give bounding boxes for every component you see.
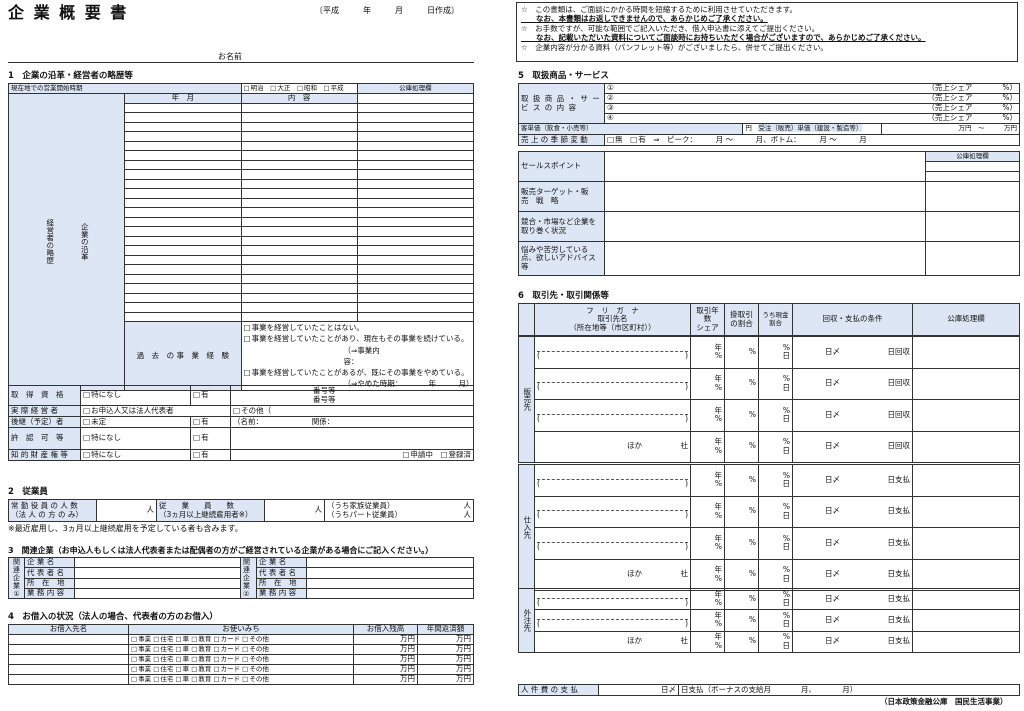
trade-side-label: 外注先: [518, 588, 535, 653]
trade-name-cell: ほか社: [534, 630, 691, 653]
trade-office-cell: [912, 609, 1020, 632]
trade-years-cell: 年%: [690, 336, 725, 369]
trade-years-cell: 年%: [690, 630, 725, 653]
footer: （日本政策金融公庫 国民生活事業）: [880, 697, 1008, 706]
trade-years-cell: 年%: [690, 527, 725, 560]
trade-cond-cell: % 日: [758, 336, 793, 369]
trade-cash-cell: %: [724, 367, 759, 400]
staff-table: 常 勤 役 員 の 人 数（法 人 の 方 の み）人従 業 員 数（3ヵ月以上…: [8, 499, 474, 522]
related-table: 関連企業① 企 業 名関連企業② 企 業 名 代 表 者 名代 表 者 名 所 在 …: [8, 556, 474, 600]
page-title: 企 業 概 要 書: [8, 3, 129, 22]
trade-cash-cell: %: [724, 527, 759, 560]
trade-group: 仕入先() 年%%% 日日〆 日支払() 年%%% 日日〆 日支払() 年%%% 日日〆 日支払ほ…: [518, 464, 1020, 591]
trade-name-cell: (): [534, 464, 691, 497]
trade-office-cell: [912, 367, 1020, 400]
s1-title: 1 企業の沿革・経営者の略歴等: [8, 71, 133, 81]
trade-terms-cell: 日〆 日回収: [792, 336, 913, 369]
trade-cash-cell: %: [724, 464, 759, 497]
trade-cash-cell: %: [724, 587, 759, 611]
trade-office-cell: [912, 630, 1020, 653]
trade-office-cell: [912, 587, 1020, 611]
s6-title: 6 取引先・取引関係等: [518, 291, 609, 301]
trade-name-cell: (): [534, 495, 691, 528]
trade-name-cell: (): [534, 367, 691, 400]
trade-office-cell: [912, 558, 1020, 591]
trade-cash-cell: %: [724, 336, 759, 369]
trade-years-cell: 年%: [690, 609, 725, 632]
trade-side-label: 仕入先: [518, 464, 535, 591]
sales-table: セールスポイント 公庫処理欄 販売ターゲット・販 売 戦 略 競合・市場など企業を…: [518, 151, 1020, 276]
side-history: 企業の沿革 経営者の略歴: [7, 93, 126, 391]
trade-terms-cell: 日〆 日支払: [792, 464, 913, 497]
trade-group: 販売先() 年%%% 日日〆 日回収() 年%%% 日日〆 日回収() 年%%% 日日〆 日回収ほ…: [518, 336, 1020, 463]
s2-note: ※最近雇用し、3ヵ月以上継続雇用を予定している者も含みます。: [8, 524, 243, 533]
trade-years-cell: 年%: [690, 399, 725, 432]
trade-cash-cell: %: [724, 495, 759, 528]
trade-cond-cell: % 日: [758, 495, 793, 528]
trade-years-cell: 年%: [690, 367, 725, 400]
trade-cash-cell: %: [724, 399, 759, 432]
history-table: 現在地での営業開始時期 明治 大正 昭和 平成 年 月公庫処理欄 企業の沿革経営…: [7, 83, 475, 391]
loan-table: お借入先名お使いみちお借入残高年間返済額 事業 住宅 車 教育 カード その他万…: [8, 624, 474, 685]
trade-terms-cell: 日〆 日支払: [792, 609, 913, 632]
trade-name-cell: ほか社: [534, 558, 691, 591]
date-line: 〔平成 年 月 日作成〕: [315, 6, 459, 15]
s1-bottom-table: 取 得 資 格特になし有番号等番号等 実 際 経 営 者お申込人又は法人代表者そ…: [8, 385, 474, 461]
trade-group: 外注先() 年%%% 日日〆 日支払() 年%%% 日日〆 日支払 ほか社年%%% 日日〆 日支払: [518, 587, 1020, 653]
trade-office-cell: [912, 430, 1020, 463]
trade-cash-cell: %: [724, 609, 759, 632]
trade-years-cell: 年%: [690, 495, 725, 528]
trade-terms-cell: 日〆 日支払: [792, 527, 913, 560]
trade-terms-cell: 日〆 日支払: [792, 630, 913, 653]
trade-cond-cell: % 日: [758, 527, 793, 560]
trade-name-cell: (): [534, 587, 691, 611]
trade-cond-cell: % 日: [758, 430, 793, 463]
s3-title: 3 関連企業（お申込人もしくは法人代表者または配偶者の方がご経営されている企業が…: [8, 546, 434, 555]
notice-box: ☆ この書類は、ご面談にかかる時間を短縮するために利用させていただきます。 なお…: [516, 2, 1018, 62]
s2-title: 2 従業員: [8, 487, 48, 497]
trade-terms-cell: 日〆 日支払: [792, 558, 913, 591]
trade-years-cell: 年%: [690, 430, 725, 463]
trade-office-cell: [912, 527, 1020, 560]
trade-cash-cell: %: [724, 558, 759, 591]
trade-name-cell: ほか社: [534, 430, 691, 463]
trade-terms-cell: 日〆 日支払: [792, 495, 913, 528]
trade-cond-cell: % 日: [758, 558, 793, 591]
trade-cond-cell: % 日: [758, 399, 793, 432]
products-table: 取 扱 商 品 ・ サ ー ビ ス の 内 容 ① （売上シェア %） ② （売上シェ…: [517, 83, 1021, 146]
trade-name-cell: (): [534, 336, 691, 369]
trade-cond-cell: % 日: [758, 587, 793, 611]
s5-title: 5 取扱商品・サービス: [518, 71, 609, 81]
trade-years-cell: 年%: [690, 587, 725, 611]
trade-terms-cell: 日〆 日支払: [792, 587, 913, 611]
trade-side-label: 販売先: [518, 336, 535, 463]
trade-name-cell: (): [534, 609, 691, 632]
trade-terms-cell: 日〆 日回収: [792, 367, 913, 400]
trade-name-cell: (): [534, 527, 691, 560]
trade-office-cell: [912, 399, 1020, 432]
trade-cond-cell: % 日: [758, 464, 793, 497]
trade-cash-cell: %: [724, 630, 759, 653]
trade-terms-cell: 日〆 日回収: [792, 430, 913, 463]
trade-cond-cell: % 日: [758, 630, 793, 653]
name-label: お名前: [218, 52, 242, 61]
trade-cond-cell: % 日: [758, 609, 793, 632]
trade-office-cell: [912, 336, 1020, 369]
trade-years-cell: 年%: [690, 464, 725, 497]
trade-cond-cell: % 日: [758, 367, 793, 400]
labor-table: 人 件 費 の 支 払日〆 日支払（ボーナスの支給月 月、 月）: [518, 684, 1020, 696]
trade-table: フ リ ガ ナ取引先名 （所在地等（市区町村）） 取引年数 シェア 掛取引の割合 う…: [518, 303, 1020, 336]
s4-title: 4 お借入の状況（法人の場合、代表者の方のお借入）: [8, 612, 218, 622]
trade-office-cell: [912, 495, 1020, 528]
trade-name-cell: (): [534, 399, 691, 432]
trade-terms-cell: 日〆 日回収: [792, 399, 913, 432]
trade-years-cell: 年%: [690, 558, 725, 591]
trade-cash-cell: %: [724, 430, 759, 463]
trade-office-cell: [912, 464, 1020, 497]
